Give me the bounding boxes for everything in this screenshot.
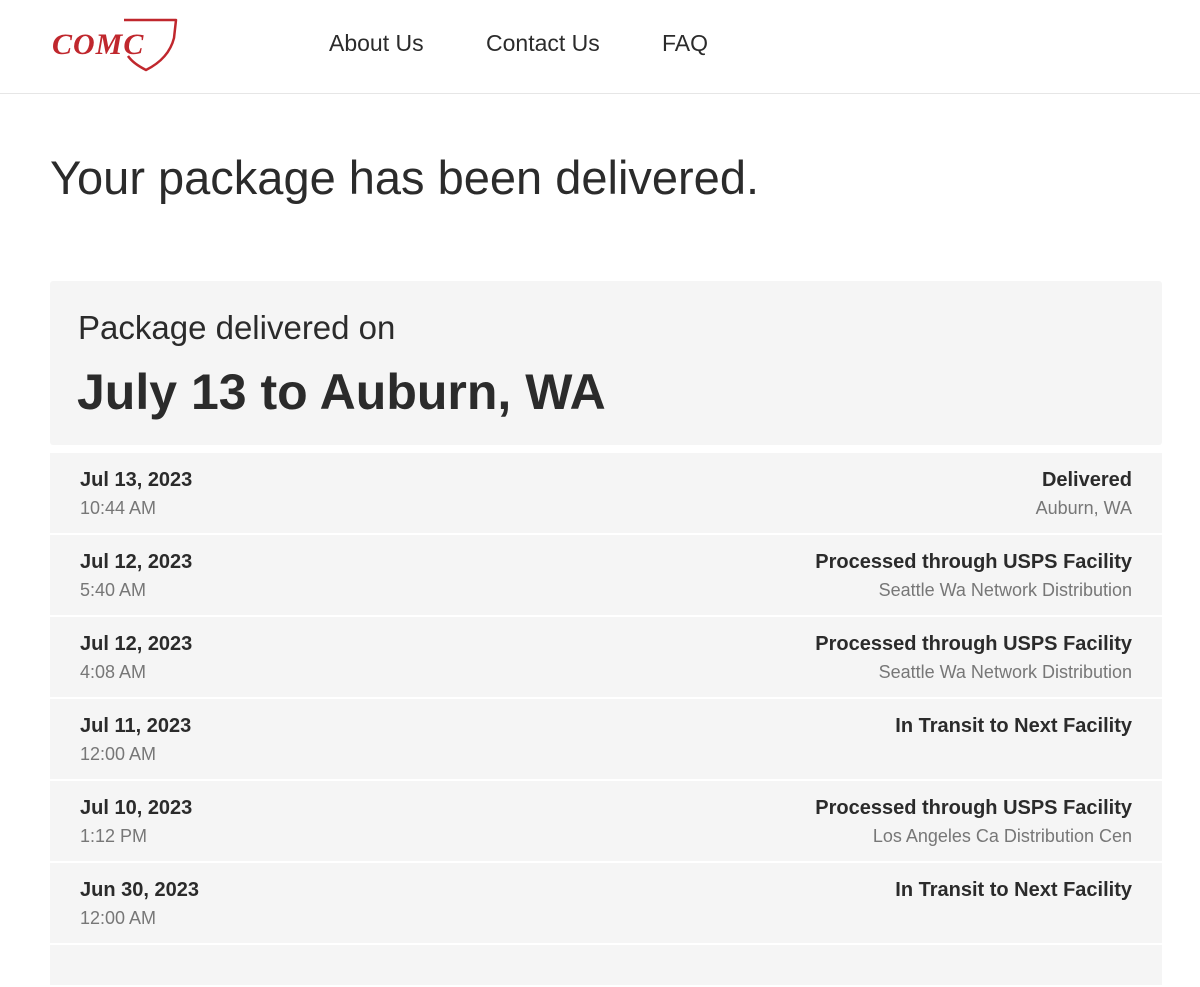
tracking-event-row: Jul 12, 2023 5:40 AM Processed through U… [50,535,1162,615]
event-time: 12:00 AM [80,744,157,764]
event-date: Jul 12, 2023 [80,551,193,573]
event-status: In Transit to Next Facility [895,879,1132,901]
tracking-event-row: Jul 12, 2023 4:08 AM Processed through U… [50,617,1162,697]
delivery-summary-label: Package delivered on [78,309,396,346]
nav-about-us[interactable]: About Us [329,30,424,57]
event-time: 5:40 AM [80,580,147,600]
event-time: 4:08 AM [80,662,147,682]
tracking-event-row-partial [50,945,1162,985]
event-date: Jul 13, 2023 [80,469,193,491]
delivery-summary-panel: Package delivered on July 13 to Auburn, … [50,281,1162,445]
event-location: Los Angeles Ca Distribution Cen [872,826,1132,846]
event-time: 12:00 AM [80,908,157,928]
event-time: 10:44 AM [80,498,157,518]
comc-logo-graphic: COMC [52,18,178,72]
event-location: Seattle Wa Network Distribution [878,580,1132,600]
event-date: Jul 11, 2023 [80,715,192,737]
event-date: Jul 12, 2023 [80,633,193,655]
event-status: Delivered [1041,469,1132,491]
event-status: In Transit to Next Facility [895,715,1132,737]
comc-logo[interactable]: COMC [50,16,180,72]
event-date: Jul 10, 2023 [80,797,193,819]
tracking-event-row: Jul 11, 2023 12:00 AM In Transit to Next… [50,699,1162,779]
tracking-event-row: Jul 10, 2023 1:12 PM Processed through U… [50,781,1162,861]
event-location: Seattle Wa Network Distribution [878,662,1132,682]
tracking-event-row: Jul 13, 2023 10:44 AM Delivered Auburn, … [50,453,1162,533]
event-status: Processed through USPS Facility [815,551,1132,573]
event-status: Processed through USPS Facility [815,797,1132,819]
nav-contact-us[interactable]: Contact Us [486,30,600,57]
event-time: 1:12 PM [80,826,148,846]
tracking-event-row: Jun 30, 2023 12:00 AM In Transit to Next… [50,863,1162,943]
event-status: Processed through USPS Facility [815,633,1132,655]
page-title: Your package has been delivered. [50,151,760,204]
logo-wordmark: COMC [52,28,144,61]
tracking-events-list: Jul 13, 2023 10:44 AM Delivered Auburn, … [50,453,1162,987]
event-date: Jun 30, 2023 [80,879,199,901]
event-location: Auburn, WA [1035,498,1132,518]
site-header: COMC About Us Contact Us FAQ [0,0,1200,94]
delivery-summary-value: July 13 to Auburn, WA [77,364,606,420]
nav-faq[interactable]: FAQ [662,30,708,57]
